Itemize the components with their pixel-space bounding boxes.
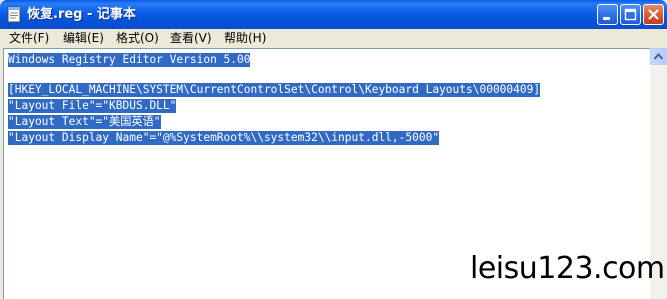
- menu-help[interactable]: 帮助(H): [224, 30, 266, 47]
- notepad-window: 恢复.reg - 记事本 文件(F) 编辑(E) 格式(O) 查看(V) 帮助(…: [0, 0, 667, 299]
- menu-edit[interactable]: 编辑(E): [63, 30, 104, 47]
- editor-line-4[interactable]: "Layout File"="KBDUS.DLL": [8, 99, 177, 113]
- menu-file[interactable]: 文件(F): [9, 30, 49, 47]
- menu-view[interactable]: 查看(V): [170, 30, 212, 47]
- watermark-text: leisu123.com: [470, 251, 665, 286]
- arrow-up-icon: [653, 52, 664, 60]
- minimize-button[interactable]: [597, 4, 618, 25]
- window-title: 恢复.reg - 记事本: [27, 7, 136, 22]
- notepad-icon[interactable]: [6, 6, 23, 23]
- close-icon: [648, 9, 659, 20]
- close-button[interactable]: [643, 4, 664, 25]
- menu-bar: 文件(F) 编辑(E) 格式(O) 查看(V) 帮助(H): [0, 29, 667, 48]
- editor-line-1[interactable]: Windows Registry Editor Version 5.00: [8, 53, 251, 67]
- editor-line-5[interactable]: "Layout Text"="美国英语": [8, 115, 161, 129]
- scroll-up-button[interactable]: [650, 48, 667, 65]
- menu-format[interactable]: 格式(O): [116, 30, 159, 47]
- editor-line-3[interactable]: [HKEY_LOCAL_MACHINE\SYSTEM\CurrentContro…: [8, 83, 541, 97]
- maximize-button[interactable]: [620, 4, 641, 25]
- maximize-icon: [624, 8, 637, 21]
- title-bar[interactable]: 恢复.reg - 记事本: [0, 0, 667, 29]
- minimize-icon: [603, 17, 610, 20]
- editor-line-6[interactable]: "Layout Display Name"="@%SystemRoot%\\sy…: [8, 131, 440, 145]
